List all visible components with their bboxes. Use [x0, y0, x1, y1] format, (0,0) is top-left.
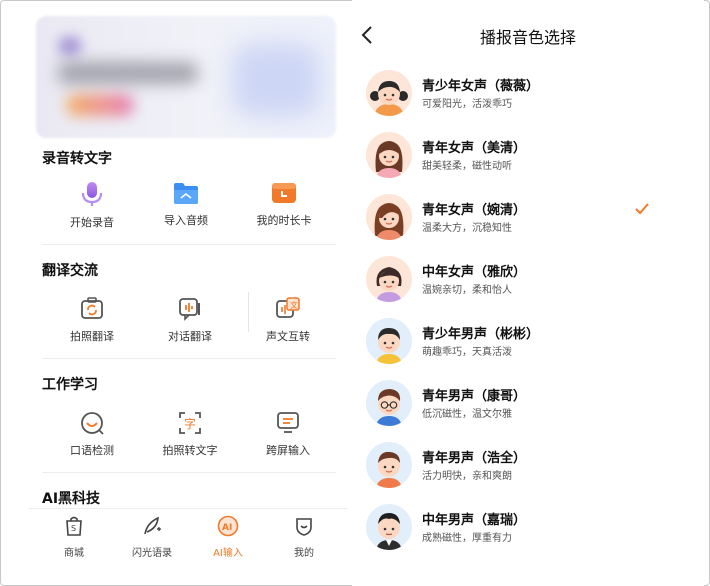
start-recording-button[interactable]: 开始录音 — [42, 180, 142, 230]
section-divider — [42, 472, 336, 473]
nav-ai-input-label: AI输入 — [213, 548, 243, 559]
middle-aged-man-avatar-icon — [366, 504, 412, 550]
svg-text:AI: AI — [222, 523, 232, 533]
avatar — [366, 380, 412, 426]
promo-banner[interactable] — [36, 16, 336, 138]
photo-to-text-label: 拍照转文字 — [162, 444, 218, 457]
voice-text-convert-label: 声文互转 — [266, 330, 310, 343]
nav-shop[interactable]: S 商城 — [34, 515, 114, 559]
teen-girl-avatar-icon — [366, 70, 412, 116]
nav-shop-label: 商城 — [64, 548, 84, 559]
voice-option[interactable]: 中年女声（雅欣） 温婉亲切，柔和怡人 — [366, 256, 696, 312]
camera-translate-icon — [81, 297, 103, 319]
avatar — [366, 194, 412, 240]
duration-card-button[interactable]: 我的时长卡 — [234, 180, 334, 228]
cross-screen-input-label: 跨屏输入 — [266, 444, 310, 457]
page-title: 播报音色选择 — [479, 28, 576, 47]
import-audio-label: 导入音频 — [164, 214, 208, 227]
quill-pen-icon — [144, 516, 161, 535]
checkmark-icon — [635, 203, 649, 215]
avatar — [366, 132, 412, 178]
voice-description: 萌趣乖巧，天真活泼 — [422, 347, 512, 358]
young-man-glasses-avatar-icon — [366, 380, 412, 426]
voice-option[interactable]: 青少年女声（薇薇） 可爱阳光，活泼乖巧 — [366, 70, 696, 126]
bottom-navigation: S 商城 闪光语录 AI AI输入 我的 — [28, 508, 348, 568]
voice-name: 青少年女声（薇薇） — [422, 79, 540, 94]
voice-name: 中年男声（嘉瑞） — [422, 513, 527, 528]
voice-text-convert-button[interactable]: 文 声文互转 — [238, 296, 338, 344]
young-man-avatar-icon — [366, 442, 412, 488]
app-home-panel: 录音转文字 开始录音 导入音频 我的时长卡 翻译交流 拍照翻译 对话翻译 文 声… — [28, 12, 348, 572]
photo-to-text-button[interactable]: 字 拍照转文字 — [140, 410, 240, 458]
voice-option[interactable]: 青年女声（美清） 甜美轻柔，磁性动听 — [366, 132, 696, 188]
dialog-translate-label: 对话翻译 — [168, 330, 212, 343]
section-divider — [42, 244, 336, 245]
voice-description: 甜美轻柔，磁性动听 — [422, 161, 512, 172]
shop-bag-icon: S — [66, 516, 82, 536]
ai-input-icon: AI — [217, 515, 239, 537]
voice-option[interactable]: 青年男声（康哥） 低沉磁性，温文尔雅 — [366, 380, 696, 436]
speech-check-icon — [81, 412, 104, 435]
profile-shield-icon — [296, 518, 312, 536]
svg-text:S: S — [71, 524, 76, 533]
section-title-recording: 录音转文字 — [42, 151, 112, 167]
young-woman-avatar-icon — [366, 132, 412, 178]
section-title-translation: 翻译交流 — [42, 263, 98, 279]
section-title-ai-tech: AI黑科技 — [42, 491, 101, 507]
voice-description: 成熟磁性，厚重有力 — [422, 533, 512, 544]
voice-description: 温婉亲切，柔和怡人 — [422, 285, 512, 296]
voice-description: 活力明快，亲和爽朗 — [422, 471, 512, 482]
avatar — [366, 318, 412, 364]
cross-screen-input-button[interactable]: 跨屏输入 — [238, 410, 338, 458]
voice-description: 低沉磁性，温文尔雅 — [422, 409, 512, 420]
svg-text:文: 文 — [290, 300, 298, 310]
folder-icon — [174, 183, 198, 204]
voice-name: 青少年男声（彬彬） — [422, 327, 540, 342]
svg-text:字: 字 — [184, 416, 196, 431]
photo-to-text-icon: 字 — [179, 412, 201, 434]
voice-name: 青年男声（浩全） — [422, 451, 527, 466]
voice-name: 青年女声（婉清） — [422, 203, 527, 218]
voice-name: 青年男声（康哥） — [422, 389, 527, 404]
young-woman-avatar-icon — [366, 194, 412, 240]
nav-quotes[interactable]: 闪光语录 — [112, 515, 192, 559]
speech-check-label: 口语检测 — [70, 444, 114, 457]
voice-description: 温柔大方，沉稳知性 — [422, 223, 512, 234]
microphone-icon — [81, 182, 103, 206]
voice-option[interactable]: 青年男声（浩全） 活力明快，亲和爽朗 — [366, 442, 696, 498]
section-divider — [42, 358, 336, 359]
voice-name: 中年女声（雅欣） — [422, 265, 527, 280]
avatar — [366, 256, 412, 302]
dialog-translate-icon — [179, 298, 200, 321]
voice-option[interactable]: 青少年男声（彬彬） 萌趣乖巧，天真活泼 — [366, 318, 696, 374]
middle-aged-woman-avatar-icon — [366, 256, 412, 302]
voice-selection-panel: 播报音色选择 青少年女声（薇薇） 可爱阳光，活泼乖巧 青年女声（美清） 甜美轻柔… — [352, 0, 704, 586]
nav-profile-label: 我的 — [294, 548, 314, 559]
dialog-translate-button[interactable]: 对话翻译 — [140, 296, 240, 344]
photo-translate-label: 拍照翻译 — [70, 330, 114, 343]
voice-text-convert-icon: 文 — [276, 297, 300, 318]
duration-card-label: 我的时长卡 — [256, 214, 312, 227]
clock-card-icon — [272, 183, 296, 203]
avatar — [366, 442, 412, 488]
avatar — [366, 70, 412, 116]
voice-name: 青年女声（美清） — [422, 141, 527, 156]
avatar — [366, 504, 412, 550]
nav-profile[interactable]: 我的 — [264, 515, 344, 559]
cross-screen-input-icon — [277, 412, 299, 433]
section-title-work-study: 工作学习 — [42, 377, 98, 393]
voice-option-selected[interactable]: 青年女声（婉清） 温柔大方，沉稳知性 — [366, 194, 696, 250]
nav-quotes-label: 闪光语录 — [132, 548, 172, 559]
voice-option[interactable]: 中年男声（嘉瑞） 成熟磁性，厚重有力 — [366, 504, 696, 560]
start-recording-label: 开始录音 — [70, 216, 114, 229]
teen-boy-avatar-icon — [366, 318, 412, 364]
nav-ai-input[interactable]: AI AI输入 — [188, 515, 268, 559]
speech-check-button[interactable]: 口语检测 — [42, 410, 142, 458]
import-audio-button[interactable]: 导入音频 — [136, 180, 236, 228]
photo-translate-button[interactable]: 拍照翻译 — [42, 296, 142, 344]
voice-description: 可爱阳光，活泼乖巧 — [422, 99, 512, 110]
